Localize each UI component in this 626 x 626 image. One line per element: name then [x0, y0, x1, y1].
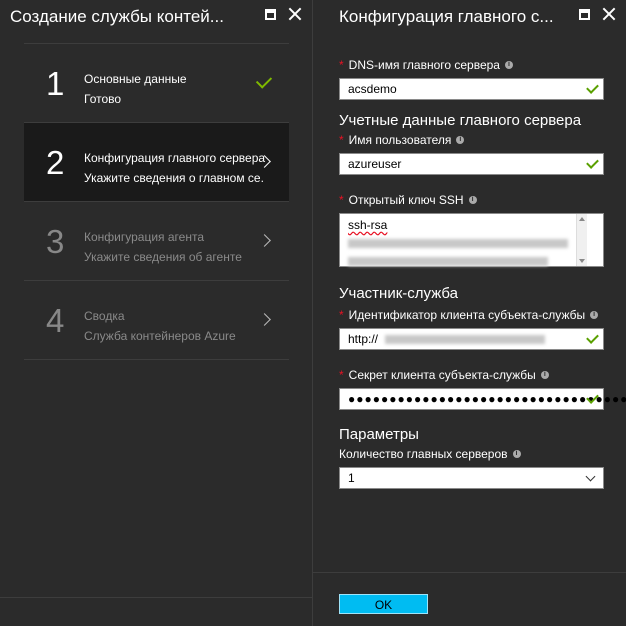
step-summary[interactable]: 4 Сводка Служба контейнеров Azure: [24, 281, 289, 360]
client-id-value: http://: [348, 332, 379, 346]
master-count-label: Количество главных серверов i: [339, 445, 604, 463]
step-title: Сводка: [84, 309, 125, 323]
info-icon[interactable]: i: [504, 61, 513, 69]
step-title: Конфигурация агента: [84, 230, 204, 244]
config-titlebar: Конфигурация главного с...: [313, 0, 626, 34]
wizard-titlebar: Создание службы контей...: [0, 0, 312, 34]
ok-button[interactable]: OK: [339, 594, 428, 614]
maximize-icon[interactable]: [579, 8, 590, 20]
master-config-blade: Конфигурация главного с... * DNS-имя гла…: [313, 0, 626, 626]
master-count-select[interactable]: 1: [339, 467, 604, 489]
step-number: 4: [46, 302, 65, 339]
step-subtitle: Укажите сведения о главном се...: [84, 171, 264, 185]
step-master-config[interactable]: 2 Конфигурация главного сервера Укажите …: [24, 123, 289, 202]
required-marker: *: [339, 308, 344, 322]
maximize-icon[interactable]: [265, 8, 276, 20]
close-icon[interactable]: [602, 7, 616, 21]
wizard-blade: Создание службы контей... 1 Основные дан…: [0, 0, 313, 626]
required-marker: *: [339, 133, 344, 147]
client-secret-label: * Секрет клиента субъекта-службы i: [339, 366, 604, 384]
info-icon[interactable]: i: [468, 196, 477, 204]
step-subtitle: Служба контейнеров Azure: [84, 329, 236, 343]
dns-name-input[interactable]: acsdemo: [339, 78, 604, 100]
username-input[interactable]: azureuser: [339, 153, 604, 175]
dns-label: * DNS-имя главного сервера i: [339, 56, 604, 74]
username-value: azureuser: [348, 157, 402, 171]
step-agent-config[interactable]: 3 Конфигурация агента Укажите сведения о…: [24, 202, 289, 281]
master-count-value: 1: [348, 471, 355, 485]
username-label-text: Имя пользователя: [348, 133, 452, 147]
redacted-text: [348, 257, 548, 267]
ssh-key-label: * Открытый ключ SSH i: [339, 191, 604, 209]
client-id-input[interactable]: http://: [339, 328, 604, 350]
chevron-down-icon: [585, 471, 596, 482]
divider: [0, 597, 312, 598]
info-icon[interactable]: i: [590, 311, 599, 319]
required-marker: *: [339, 368, 344, 382]
checkmark-icon: [586, 81, 599, 94]
credentials-heading: Учетные данные главного сервера: [339, 112, 582, 129]
chevron-right-icon: [258, 234, 271, 247]
step-title: Конфигурация главного сервера: [84, 151, 266, 165]
checkmark-icon: [255, 72, 273, 89]
service-principal-heading: Участник-служба: [339, 285, 458, 302]
wizard-steps: 1 Основные данные Готово 2 Конфигурация …: [24, 43, 289, 360]
info-icon[interactable]: i: [456, 136, 465, 144]
step-basics[interactable]: 1 Основные данные Готово: [24, 44, 289, 123]
required-marker: *: [339, 193, 344, 207]
redacted-text: [348, 239, 568, 249]
divider: [313, 572, 626, 573]
step-title: Основные данные: [84, 72, 187, 86]
client-id-label: * Идентификатор клиента субъекта-службы …: [339, 306, 604, 324]
wizard-title: Создание службы контей...: [10, 7, 224, 26]
scroll-down-icon[interactable]: [579, 259, 585, 263]
ssh-key-textarea[interactable]: ssh-rsa: [339, 213, 604, 267]
scrollbar[interactable]: [576, 214, 587, 266]
step-number: 2: [46, 144, 65, 181]
step-subtitle: Готово: [84, 92, 122, 106]
username-label: * Имя пользователя i: [339, 131, 604, 149]
ssh-key-label-text: Открытый ключ SSH: [348, 193, 464, 207]
parameters-heading: Параметры: [339, 426, 419, 443]
ssh-key-value: ssh-rsa: [348, 218, 388, 232]
info-icon[interactable]: i: [512, 450, 521, 458]
redacted-text: [385, 335, 546, 345]
client-secret-input[interactable]: ●●●●●●●●●●●●●●●●●●●●●●●●●●●●●●●●●●●●: [339, 388, 626, 410]
config-title: Конфигурация главного с...: [339, 7, 554, 26]
client-secret-label-text: Секрет клиента субъекта-службы: [348, 368, 536, 382]
step-number: 3: [46, 223, 65, 260]
required-marker: *: [339, 58, 344, 72]
close-icon[interactable]: [288, 7, 302, 21]
step-subtitle: Укажите сведения об агенте: [84, 250, 242, 264]
scroll-up-icon[interactable]: [579, 217, 585, 221]
step-number: 1: [46, 65, 65, 102]
dns-name-value: acsdemo: [348, 82, 397, 96]
chevron-right-icon: [258, 313, 271, 326]
checkmark-icon: [586, 156, 599, 169]
master-count-label-text: Количество главных серверов: [339, 447, 508, 461]
client-id-label-text: Идентификатор клиента субъекта-службы: [348, 308, 586, 322]
config-form: * DNS-имя главного сервера i acsdemo Уче…: [339, 56, 626, 489]
info-icon[interactable]: i: [540, 371, 549, 379]
dns-label-text: DNS-имя главного сервера: [348, 58, 500, 72]
client-secret-value: ●●●●●●●●●●●●●●●●●●●●●●●●●●●●●●●●●●●●: [348, 392, 626, 406]
checkmark-icon: [586, 331, 599, 344]
